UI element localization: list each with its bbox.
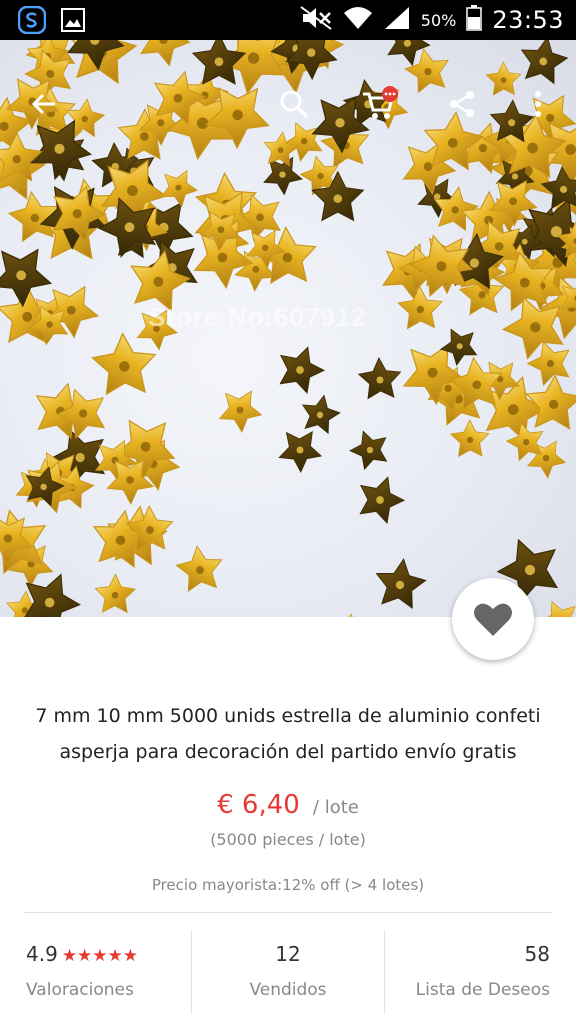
wifi-icon (343, 5, 373, 35)
price: € 6,40 (217, 790, 300, 820)
sold-label: Vendidos (249, 980, 327, 1000)
gallery-icon (60, 7, 86, 37)
battery-icon (466, 5, 483, 35)
rating-stars-icon: ★★★★★ (61, 946, 139, 966)
watermark: Store No:607912 (148, 302, 367, 332)
share-icon[interactable] (442, 84, 482, 124)
price-row: € 6,40 / lote (0, 790, 576, 820)
battery-percent: 50% (420, 10, 457, 30)
wishlist-value: 58 (524, 942, 550, 966)
stats-bar: 4.9 ★★★★★ Valoraciones 12 Vendidos 58 Lis… (0, 930, 576, 1014)
product-title-line: 7 mm 10 mm 5000 unids estrella de alumin… (35, 705, 541, 727)
product-title: 7 mm 10 mm 5000 unids estrella de alumin… (20, 698, 556, 770)
heart-icon (474, 603, 512, 636)
signal-icon (383, 5, 411, 35)
wishlist-label: Lista de Deseos (415, 980, 550, 1000)
rating-number: 4.9 (26, 942, 58, 966)
status-bar: 50% 23:53 (0, 0, 576, 40)
search-icon[interactable] (274, 84, 314, 124)
divider (24, 912, 552, 913)
wholesale-price[interactable]: Precio mayorista:12% off (> 4 lotes) (0, 876, 576, 894)
clock: 23:53 (492, 6, 564, 34)
product-image[interactable]: Store No:607912 (0, 40, 576, 617)
mute-icon (299, 5, 333, 35)
sold-value: 12 (275, 942, 301, 966)
more-icon[interactable] (518, 84, 558, 124)
favorite-button[interactable] (452, 578, 534, 660)
rating-label: Valoraciones (26, 980, 134, 1000)
app-s-icon (17, 5, 47, 38)
price-unit: / lote (312, 797, 359, 818)
back-arrow-icon[interactable] (24, 84, 64, 124)
rating-stat[interactable]: 4.9 ★★★★★ Valoraciones (0, 930, 191, 1014)
wishlist-stat[interactable]: 58 Lista de Deseos (383, 930, 576, 1014)
cart-icon[interactable] (360, 84, 400, 124)
rating-value: 4.9 ★★★★★ (26, 942, 138, 966)
sold-stat[interactable]: 12 Vendidos (191, 930, 383, 1014)
product-title-line: asperja para decoración del partido enví… (59, 741, 517, 763)
pieces-per-lot: (5000 pieces / lote) (210, 830, 366, 849)
